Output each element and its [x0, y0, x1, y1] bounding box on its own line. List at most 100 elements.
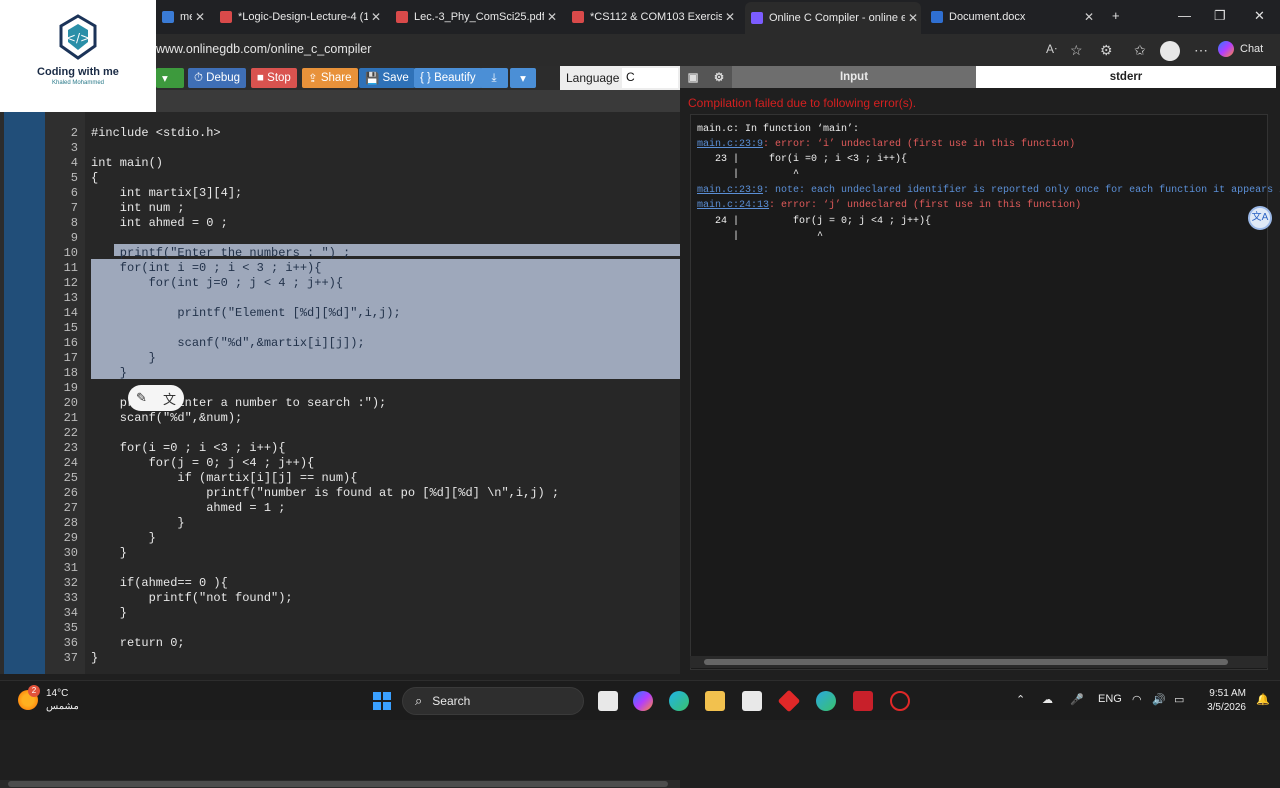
code-line[interactable]: 32 if(ahmed== 0 ){	[0, 576, 680, 591]
browser-tab[interactable]: Document.docx ✕	[925, 4, 1097, 30]
panel-toggle-icon[interactable]: ▣	[680, 66, 706, 88]
code-line[interactable]: 12 for(int j=0 ; j < 4 ; j++){	[0, 276, 680, 291]
browser-tab[interactable]: Lec.-3_Phy_ComSci25.pdf ✕	[390, 4, 560, 30]
share-button[interactable]: ⇪ Share	[302, 68, 358, 88]
windows-start-icon[interactable]	[372, 691, 392, 711]
code-line[interactable]: 33 printf("not found");	[0, 591, 680, 606]
wifi-icon[interactable]: ◠	[1132, 693, 1142, 706]
tab-close-icon[interactable]: ✕	[368, 10, 384, 24]
code-line[interactable]: 37}	[0, 651, 680, 666]
close-window-icon[interactable]: ✕	[1254, 8, 1265, 24]
download-icon[interactable]: ⤓	[480, 68, 508, 88]
code-line[interactable]: 31	[0, 561, 680, 576]
taskbar-search[interactable]: ⌕ Search	[402, 687, 584, 715]
tab-input[interactable]: Input	[732, 66, 976, 88]
translate-page-icon[interactable]: 文A	[1248, 206, 1272, 230]
browser-tab[interactable]: *CS112 & COM103 Exercises ✕	[566, 4, 738, 30]
edit-wand-icon[interactable]: ✎	[136, 390, 147, 406]
tab-close-icon[interactable]: ✕	[1081, 10, 1097, 24]
download-dropdown-icon[interactable]: ▾	[510, 68, 536, 88]
beautify-button[interactable]: { } Beautify	[414, 68, 482, 88]
more-menu-icon[interactable]: ⋯	[1194, 42, 1208, 59]
store-icon[interactable]	[742, 691, 762, 711]
browser-tab[interactable]: Online C Compiler - online e ✕	[745, 2, 921, 34]
favorites-icon[interactable]: ✩	[1134, 42, 1146, 59]
translate-icon[interactable]: 文	[163, 389, 176, 408]
settings-gear-icon[interactable]: ⚙	[706, 66, 732, 88]
code-line[interactable]: 35	[0, 621, 680, 636]
app-red-icon[interactable]	[777, 689, 801, 713]
code-line[interactable]: 26 printf("number is found at po [%d][%d…	[0, 486, 680, 501]
code-line[interactable]: 34 }	[0, 606, 680, 621]
tab-close-icon[interactable]: ✕	[544, 10, 560, 24]
code-line[interactable]: 21 scanf("%d",&num);	[0, 411, 680, 426]
code-editor[interactable]: 2 #include <stdio.h> 3 4 int main() 5{6 int m…	[0, 112, 680, 788]
output-horizontal-scrollbar[interactable]	[690, 656, 1268, 668]
output-scroll-thumb[interactable]	[704, 659, 1228, 665]
code-line[interactable]: 7 int num ;	[0, 201, 680, 216]
error-location-link[interactable]: main.c:23:9	[697, 139, 763, 150]
error-location-link[interactable]: main.c:24:13	[697, 200, 769, 211]
code-line[interactable]: 14 printf("Element [%d][%d]",i,j);	[0, 306, 680, 321]
code-line[interactable]: 8 int ahmed = 0 ;	[0, 216, 680, 231]
edge-browser-icon[interactable]	[669, 691, 689, 711]
code-line[interactable]: 27 ahmed = 1 ;	[0, 501, 680, 516]
code-line[interactable]: 17 }	[0, 351, 680, 366]
code-line[interactable]: 5{	[0, 171, 680, 186]
input-language[interactable]: ENG	[1098, 693, 1122, 705]
stop-button[interactable]: ■ Stop	[251, 68, 297, 88]
battery-icon[interactable]: ▭	[1174, 693, 1184, 706]
read-aloud-icon[interactable]: Aᐧ	[1046, 42, 1057, 56]
save-button[interactable]: 💾 Save	[359, 68, 415, 88]
scroll-thumb[interactable]	[8, 781, 668, 787]
error-location-link[interactable]: main.c:23:9	[697, 185, 763, 196]
tab-close-icon[interactable]: ✕	[905, 11, 921, 25]
code-line[interactable]: 36 return 0;	[0, 636, 680, 651]
clock[interactable]: 9:51 AM 3/5/2026	[1198, 687, 1246, 715]
code-line[interactable]: 19	[0, 381, 680, 396]
debug-button[interactable]: ⏱ Debug	[188, 68, 247, 88]
notification-icon[interactable]: 🔔	[1256, 693, 1270, 706]
code-line[interactable]: 9	[0, 231, 680, 246]
browser-tab[interactable]: mester✕	[156, 4, 208, 30]
tab-stderr[interactable]: stderr	[976, 66, 1276, 88]
code-line[interactable]: 10 printf("Enter the numbers : ") ;	[0, 246, 680, 261]
copilot-chat-button[interactable]: Chat	[1218, 41, 1263, 57]
cloud-icon[interactable]: ☁	[1042, 693, 1053, 706]
profile-avatar[interactable]	[1160, 41, 1180, 61]
browser-tab[interactable]: *Logic-Design-Lecture-4 (1).p ✕	[214, 4, 384, 30]
code-line[interactable]: 6 int martix[3][4];	[0, 186, 680, 201]
tab-close-icon[interactable]: ✕	[722, 10, 738, 24]
code-line[interactable]: 11 for(int i =0 ; i < 3 ; i++){	[0, 261, 680, 276]
selection-action-bubble[interactable]: ✎ 文	[128, 385, 184, 411]
code-line[interactable]: 28 }	[0, 516, 680, 531]
task-view-icon[interactable]	[598, 691, 618, 711]
extensions-icon[interactable]: ⚙	[1100, 42, 1113, 59]
code-line[interactable]: 23 for(i =0 ; i <3 ; i++){	[0, 441, 680, 456]
run-dropdown-button[interactable]: ▾	[156, 68, 184, 88]
code-line[interactable]: 16 scanf("%d",&martix[i][j]);	[0, 336, 680, 351]
url-field[interactable]: www.onlinegdb.com/online_c_compiler	[156, 42, 371, 56]
weather-widget[interactable]: 2 14°C مشمس	[18, 685, 79, 713]
file-explorer-icon[interactable]	[705, 691, 725, 711]
minimize-icon[interactable]: —	[1178, 8, 1191, 23]
code-line[interactable]: 20 printf("Enter a number to search :");	[0, 396, 680, 411]
code-line[interactable]: 15	[0, 321, 680, 336]
chrome-icon[interactable]	[816, 691, 836, 711]
favorite-star-icon[interactable]: ☆	[1070, 42, 1083, 59]
maximize-icon[interactable]: ❐	[1214, 8, 1226, 24]
microphone-icon[interactable]: 🎤	[1070, 693, 1084, 706]
code-line[interactable]: 30 }	[0, 546, 680, 561]
tab-close-icon[interactable]: ✕	[192, 10, 208, 24]
code-line[interactable]: 22	[0, 426, 680, 441]
recorder-icon[interactable]	[890, 691, 910, 711]
code-line[interactable]: 18 }	[0, 366, 680, 381]
editor-horizontal-scrollbar[interactable]	[0, 780, 680, 788]
tray-chevron-icon[interactable]: ⌃	[1016, 693, 1025, 706]
language-select[interactable]: C	[622, 68, 678, 88]
code-line[interactable]: 2 #include <stdio.h>	[0, 126, 680, 141]
code-line[interactable]: 4 int main()	[0, 156, 680, 171]
code-line[interactable]: 29 }	[0, 531, 680, 546]
code-line[interactable]: 25 if (martix[i][j] == num){	[0, 471, 680, 486]
code-line[interactable]: 13	[0, 291, 680, 306]
